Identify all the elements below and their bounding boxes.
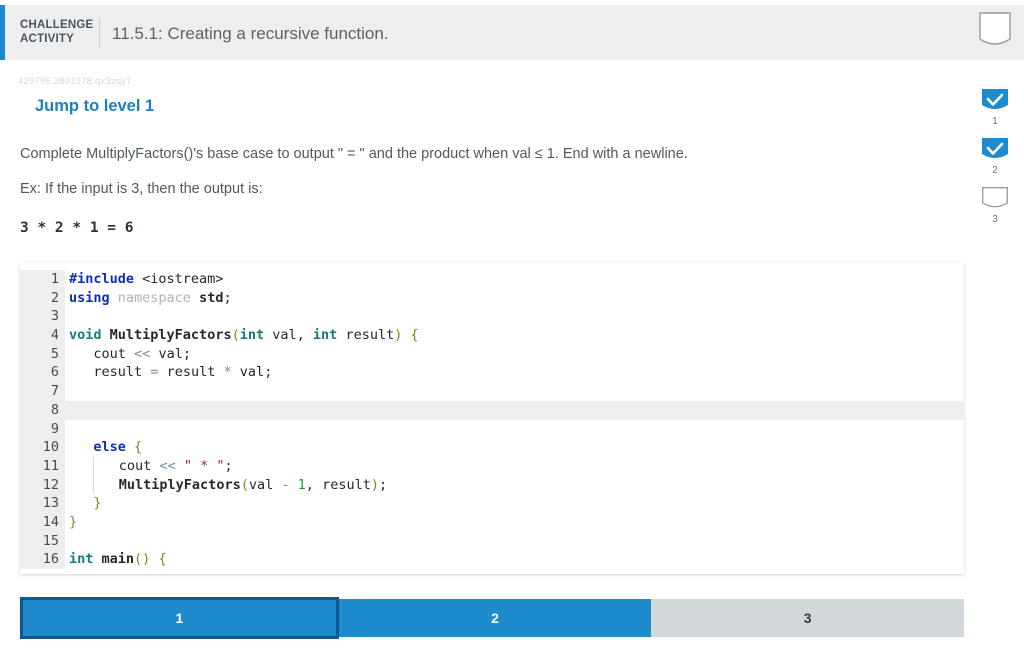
line-number: 9	[20, 419, 65, 439]
line-number: 6	[20, 363, 65, 383]
level-tab-bar: 1 2 3	[20, 597, 965, 639]
code-line-2[interactable]: 2 using namespace std;	[20, 288, 964, 308]
line-number: 8	[20, 400, 65, 420]
line-number: 4	[20, 326, 65, 345]
code-line-text[interactable]: }	[65, 513, 77, 532]
code-line-text[interactable]: }	[65, 494, 101, 513]
example-intro-text: Ex: If the input is 3, then the output i…	[20, 181, 263, 197]
code-line-13[interactable]: 13 }	[20, 494, 964, 513]
code-line-text[interactable]: MultiplyFactors(val - 1, result);	[65, 475, 387, 495]
tab-level-1[interactable]: 1	[20, 597, 339, 639]
progress-step-2-number: 2	[992, 165, 998, 176]
line-number: 3	[20, 307, 65, 327]
tab-level-2[interactable]: 2	[338, 599, 652, 637]
line-number: 7	[20, 382, 65, 401]
progress-step-1[interactable]: 1	[978, 88, 1012, 127]
code-line-7[interactable]: 7	[20, 382, 964, 401]
progress-step-3[interactable]: 3	[978, 186, 1012, 225]
code-line-6[interactable]: 6 result = result * val;	[20, 363, 964, 383]
code-editor-panel[interactable]: 1 #include <iostream> 2 using namespace …	[20, 262, 964, 574]
jump-to-level-link[interactable]: Jump to level 1	[35, 97, 154, 116]
empty-bookmark-icon	[982, 187, 1008, 208]
code-line-16[interactable]: 16 int main() {	[20, 550, 964, 569]
line-number: 12	[20, 475, 65, 495]
code-line-12[interactable]: 12 MultiplyFactors(val - 1, result);	[20, 475, 964, 495]
code-line-4[interactable]: 4 void MultiplyFactors(int val, int resu…	[20, 326, 964, 345]
line-number: 15	[20, 531, 65, 551]
progress-step-2[interactable]: 2	[978, 137, 1012, 176]
check-bookmark-icon	[982, 89, 1008, 109]
line-number: 16	[20, 550, 65, 569]
line-number: 13	[20, 494, 65, 513]
code-line-14[interactable]: 14 }	[20, 512, 964, 532]
code-line-5[interactable]: 5 cout << val;	[20, 344, 964, 364]
page-title: 11.5.1: Creating a recursive function.	[112, 24, 389, 43]
activity-id-label: 429796.2801978.qx3zqy7	[18, 76, 132, 87]
bookmark-outline-icon[interactable]	[976, 12, 1014, 52]
progress-step-3-number: 3	[992, 214, 998, 225]
challenge-activity-header: CHALLENGE ACTIVITY 11.5.1: Creating a re…	[0, 5, 1024, 60]
code-line-15[interactable]: 15	[20, 531, 964, 551]
line-number: 1	[20, 270, 65, 289]
tab-level-3[interactable]: 3	[651, 599, 965, 637]
line-number: 14	[20, 512, 65, 532]
code-line-text[interactable]: int main() {	[65, 550, 167, 569]
code-line-text[interactable]: result = result * val;	[65, 363, 272, 382]
code-line-text[interactable]: else {	[65, 438, 142, 457]
code-line-text[interactable]: cout << " * ";	[65, 456, 233, 476]
line-number: 2	[20, 288, 65, 308]
line-number: 11	[20, 456, 65, 476]
code-lines: 1 #include <iostream> 2 using namespace …	[20, 262, 964, 569]
code-line-text[interactable]: cout << val;	[65, 345, 191, 364]
progress-rail: 1 2 3	[978, 88, 1012, 235]
kicker-line-2: ACTIVITY	[20, 33, 74, 45]
example-output-text: 3 * 2 * 1 = 6	[20, 220, 134, 236]
code-line-9[interactable]: 9	[20, 419, 964, 439]
code-line-11[interactable]: 11 cout << " * ";	[20, 456, 964, 476]
code-line-3[interactable]: 3	[20, 307, 964, 327]
header-accent-bar	[0, 5, 5, 60]
code-line-10[interactable]: 10 else {	[20, 438, 964, 457]
check-bookmark-icon	[982, 138, 1008, 158]
line-number: 10	[20, 438, 65, 457]
progress-step-1-number: 1	[992, 116, 998, 127]
code-line-8-highlighted[interactable]: 8	[20, 400, 964, 420]
code-line-1[interactable]: 1 #include <iostream>	[20, 270, 964, 289]
kicker-line-1: CHALLENGE	[20, 19, 94, 31]
code-line-text[interactable]: void MultiplyFactors(int val, int result…	[65, 326, 419, 345]
code-line-text[interactable]: using namespace std;	[65, 289, 232, 308]
code-line-text[interactable]: #include <iostream>	[65, 270, 223, 289]
instruction-text: Complete MultiplyFactors()'s base case t…	[20, 146, 688, 162]
challenge-activity-kicker: CHALLENGE ACTIVITY	[20, 18, 98, 46]
line-number: 5	[20, 344, 65, 364]
header-divider	[99, 18, 100, 48]
